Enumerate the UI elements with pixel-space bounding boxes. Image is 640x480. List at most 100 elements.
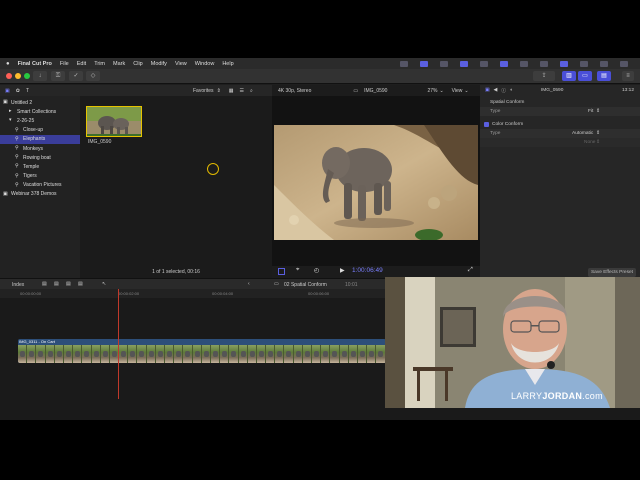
layout-browser-icon[interactable]: ▥	[562, 71, 576, 81]
layout-inspector-icon[interactable]: ▤	[597, 71, 611, 81]
transform-icon[interactable]	[278, 268, 285, 275]
sidebar-item[interactable]: ⚲ Elephants	[0, 134, 80, 144]
sidebar-item[interactable]: ⚲ Tigers	[0, 172, 80, 181]
layout-timeline-icon[interactable]: ▭	[578, 71, 592, 81]
status-icon[interactable]	[600, 60, 608, 67]
spatial-conform-label: Spatial Conform	[490, 100, 525, 105]
status-icon[interactable]	[460, 60, 468, 67]
menu-item-file[interactable]: File	[60, 61, 69, 67]
elephant-thumbnail-image	[87, 107, 141, 136]
list-view-icon[interactable]: ☰	[240, 88, 244, 94]
speed-icon[interactable]: ◴	[314, 267, 319, 274]
sidebar-item[interactable]: ⚲ Monkeys	[0, 144, 80, 153]
search-icon[interactable]: ⌕	[250, 88, 253, 94]
tone-map-row: None ⇕	[480, 138, 640, 147]
more-icon[interactable]: ≡	[622, 71, 634, 81]
status-icon[interactable]	[440, 60, 448, 67]
libraries-icon[interactable]: ▣	[5, 88, 10, 94]
menu-item-trim[interactable]: Trim	[94, 61, 105, 67]
sidebar-item-label: Close-up	[23, 127, 44, 134]
filmstrip-frame	[63, 345, 74, 363]
info-inspector-icon[interactable]: ⓘ	[501, 87, 506, 94]
zoom-menu[interactable]: 27%	[427, 88, 437, 94]
menu-item-modify[interactable]: Modify	[151, 61, 167, 67]
fullscreen-icon[interactable]: ⤢	[468, 267, 473, 274]
ruler-tick: 00:00:04:00	[212, 291, 234, 296]
filmstrip-frame	[256, 345, 267, 363]
background-tasks-icon[interactable]: ✓	[69, 71, 83, 81]
import-icon[interactable]: ↓	[33, 71, 47, 81]
sidebar-item[interactable]: ▸ Smart Collections	[0, 107, 80, 116]
library-icon: ▣	[3, 190, 8, 197]
spatial-type-value[interactable]: Fit	[588, 109, 593, 114]
titles-icon[interactable]: T	[26, 88, 29, 94]
sidebar-item[interactable]: ⚲ Vacation Pictures	[0, 181, 80, 190]
back-arrow-icon[interactable]: ‹	[248, 281, 250, 287]
clip-appearance-icon[interactable]: ▦	[229, 88, 234, 94]
zoom-window-button[interactable]	[24, 73, 30, 79]
sidebar-item[interactable]: ▣ Webinar 378 Demos	[0, 190, 80, 199]
checkbox-icon[interactable]	[484, 122, 489, 127]
view-menu[interactable]: View	[452, 88, 463, 94]
sidebar-item[interactable]: ⚲ Rowing boat	[0, 153, 80, 162]
status-icon[interactable]	[520, 60, 528, 67]
tag-icon[interactable]: ◇	[86, 71, 100, 81]
status-icon[interactable]	[400, 60, 408, 67]
menu-item-app[interactable]: Final Cut Pro	[18, 61, 52, 67]
sidebar-item[interactable]: ▾ 2-26-25	[0, 116, 80, 125]
append-icon[interactable]: ▤	[66, 281, 71, 287]
audio-inspector-icon[interactable]: ◀	[494, 88, 498, 93]
overwrite-icon[interactable]: ▤	[78, 281, 83, 287]
color-type-value[interactable]: Automatic	[572, 131, 593, 136]
timeline-clip[interactable]: IMG_0311 - On Cart	[18, 339, 386, 363]
tool-menu-icon[interactable]: ⌖	[296, 267, 299, 274]
menu-item-view[interactable]: View	[175, 61, 187, 67]
select-tool-icon[interactable]: ↖	[102, 281, 106, 287]
inspector-tabs: ▣ ◀ ⓘ ◐ IMG_0590 13:12	[480, 85, 640, 96]
minimize-window-button[interactable]	[15, 73, 21, 79]
status-icon[interactable]	[620, 60, 628, 67]
project-name[interactable]: 02 Spatial Conform	[284, 282, 327, 288]
index-button[interactable]: Index	[12, 282, 24, 288]
status-icon[interactable]	[480, 60, 488, 67]
menu-bar: ● Final Cut Pro File Edit Trim Mark Clip…	[0, 58, 640, 69]
save-effects-preset-button[interactable]: Save Effects Preset	[587, 268, 636, 277]
color-inspector-icon[interactable]: ◐	[510, 88, 513, 93]
status-icon[interactable]	[420, 60, 428, 67]
status-icon[interactable]	[500, 60, 508, 67]
playhead[interactable]	[118, 289, 119, 399]
insert-icon[interactable]: ▤	[54, 281, 59, 287]
inspector-clip-name: IMG_0590	[540, 88, 564, 93]
watermark-domain: .com	[582, 391, 603, 401]
favorites-filter[interactable]: Favorites	[193, 88, 214, 94]
menu-item-edit[interactable]: Edit	[77, 61, 86, 67]
apple-menu-icon[interactable]: ●	[6, 61, 10, 67]
status-icon[interactable]	[580, 60, 588, 67]
play-icon[interactable]: ▶	[340, 267, 345, 274]
tone-map-value[interactable]: None	[584, 140, 595, 145]
menu-item-clip[interactable]: Clip	[133, 61, 142, 67]
status-icon[interactable]	[540, 60, 548, 67]
sidebar-item[interactable]: ⚲ Close-up	[0, 126, 80, 135]
event-icon: ▾	[9, 117, 12, 124]
menu-item-window[interactable]: Window	[195, 61, 215, 67]
photos-icon[interactable]: ✿	[16, 88, 20, 94]
close-window-button[interactable]	[6, 73, 12, 79]
sidebar-item[interactable]: ▣ Untitled 2	[0, 98, 80, 107]
chevron-updown-icon[interactable]: ⇕	[217, 88, 221, 94]
clip-connect-icon[interactable]: ▤	[42, 281, 47, 287]
chevron-updown-icon: ⇕	[596, 109, 601, 114]
filmstrip-frame	[284, 345, 294, 363]
status-icon[interactable]	[560, 60, 568, 67]
timeline-clip-label: IMG_0311 - On Cart	[19, 339, 55, 344]
video-inspector-icon[interactable]: ▣	[485, 88, 490, 93]
timecode-display[interactable]: 1:00:06:49	[352, 267, 383, 274]
share-icon[interactable]: ⇪	[533, 71, 555, 81]
keyword-icon: ⚲	[15, 163, 19, 170]
menu-item-help[interactable]: Help	[222, 61, 233, 67]
folder-icon: ▸	[9, 108, 12, 115]
menu-item-mark[interactable]: Mark	[113, 61, 125, 67]
sidebar-item[interactable]: ⚲ Temple	[0, 162, 80, 171]
key-icon[interactable]: ⚿	[51, 71, 65, 81]
clip-thumbnail[interactable]	[86, 106, 142, 137]
